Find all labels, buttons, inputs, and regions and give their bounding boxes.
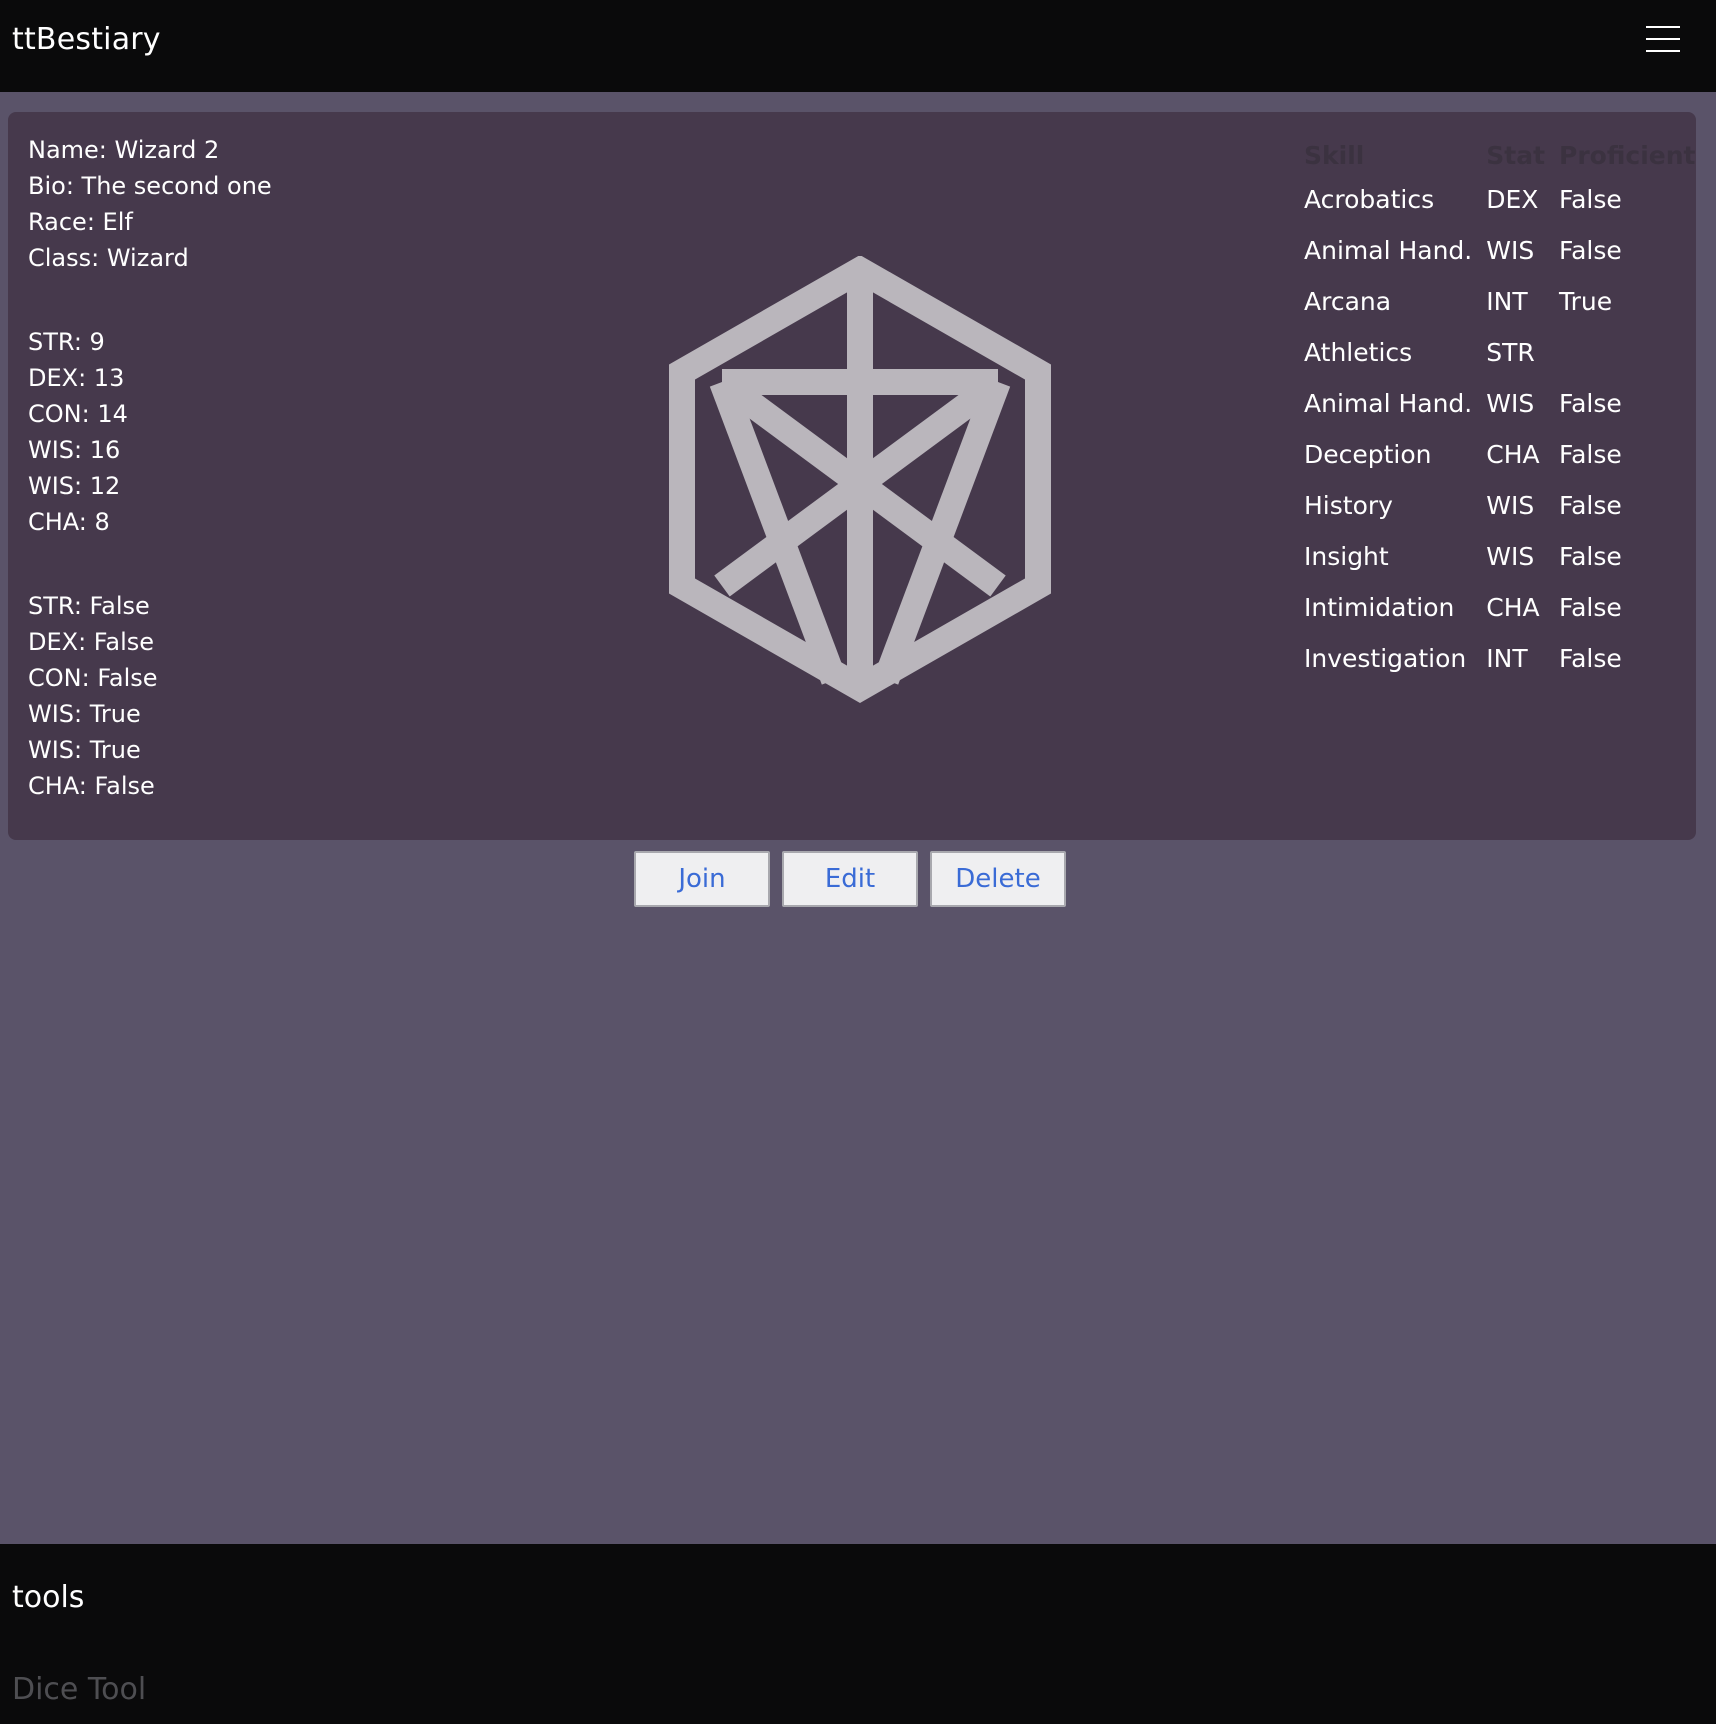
table-row: Animal Hand. WIS False	[1298, 378, 1703, 429]
skill-stat: WIS	[1486, 389, 1535, 418]
tools-footer: tools Dice Tool	[0, 1544, 1716, 1724]
delete-button[interactable]: Delete	[930, 851, 1066, 907]
table-row: Acrobatics DEX False	[1298, 174, 1703, 225]
detail-name: Name: Wizard 2	[28, 136, 220, 164]
saving-throws: STR: False DEX: False CON: False WIS: Tr…	[28, 588, 272, 804]
skill-name: Animal Hand.	[1304, 389, 1473, 418]
skill-proficient: False	[1559, 644, 1622, 673]
skill-name: Animal Hand.	[1304, 236, 1473, 265]
join-button[interactable]: Join	[634, 851, 770, 907]
skill-stat: STR	[1486, 338, 1535, 367]
detail-class: Class: Wizard	[28, 244, 189, 272]
skill-stat: CHA	[1486, 440, 1540, 469]
skill-name: Athletics	[1304, 338, 1413, 367]
table-row: Insight WIS False	[1298, 531, 1703, 582]
skill-stat: DEX	[1486, 185, 1539, 214]
menu-bar	[1646, 38, 1680, 40]
skill-proficient: False	[1559, 593, 1622, 622]
skill-stat: CHA	[1486, 593, 1540, 622]
skills-table: Skill Stat Proficient Acrobatics DEX False…	[1298, 136, 1703, 684]
save-wis: WIS: True	[28, 700, 141, 728]
skill-proficient: False	[1559, 389, 1622, 418]
table-row: Deception CHA False	[1298, 429, 1703, 480]
d20-dice-icon	[669, 256, 1051, 703]
skill-stat: WIS	[1486, 491, 1535, 520]
skill-stat: INT	[1486, 287, 1528, 316]
skill-column-header: Skill	[1304, 140, 1365, 170]
stat-dex: DEX: 13	[28, 364, 125, 392]
skill-proficient: False	[1559, 236, 1622, 265]
skill-name: Deception	[1304, 440, 1432, 469]
top-navbar: ttBestiary	[0, 0, 1716, 92]
skill-proficient: False	[1559, 185, 1622, 214]
ability-scores: STR: 9 DEX: 13 CON: 14 WIS: 16 WIS: 12 C…	[28, 324, 272, 540]
tools-heading: tools	[12, 1580, 85, 1615]
stat-str: STR: 9	[28, 328, 105, 356]
proficient-column-header: Proficient	[1559, 140, 1696, 170]
save-wis-2: WIS: True	[28, 736, 141, 764]
character-card: Name: Wizard 2 Bio: The second one Race:…	[8, 112, 1696, 840]
skill-stat: WIS	[1486, 236, 1535, 265]
edit-button[interactable]: Edit	[782, 851, 918, 907]
table-row: Athletics STR	[1298, 327, 1703, 378]
stat-con: CON: 14	[28, 400, 128, 428]
app-title[interactable]: ttBestiary	[12, 22, 161, 57]
skill-name: Acrobatics	[1304, 185, 1435, 214]
menu-bar	[1646, 50, 1680, 52]
table-row: Arcana INT True	[1298, 276, 1703, 327]
skill-stat: INT	[1486, 644, 1528, 673]
skill-proficient: False	[1559, 440, 1622, 469]
table-row: Animal Hand. WIS False	[1298, 225, 1703, 276]
action-buttons: Join Edit Delete	[634, 851, 1066, 907]
skill-name: Insight	[1304, 542, 1389, 571]
skills-header-row: Skill Stat Proficient	[1298, 136, 1703, 174]
skill-name: Intimidation	[1304, 593, 1455, 622]
skill-name: Arcana	[1304, 287, 1392, 316]
character-details: Name: Wizard 2 Bio: The second one Race:…	[28, 132, 272, 276]
character-info: Name: Wizard 2 Bio: The second one Race:…	[28, 132, 272, 852]
detail-race: Race: Elf	[28, 208, 133, 236]
stat-wis-2: WIS: 12	[28, 472, 121, 500]
table-row: History WIS False	[1298, 480, 1703, 531]
skill-name: Investigation	[1304, 644, 1467, 673]
save-con: CON: False	[28, 664, 158, 692]
save-str: STR: False	[28, 592, 150, 620]
dice-tool-link[interactable]: Dice Tool	[12, 1672, 146, 1707]
table-row: Investigation INT False	[1298, 633, 1703, 684]
save-dex: DEX: False	[28, 628, 155, 656]
menu-bar	[1646, 26, 1680, 28]
hamburger-menu-icon[interactable]	[1646, 26, 1680, 52]
stat-cha: CHA: 8	[28, 508, 110, 536]
skill-proficient: True	[1559, 287, 1613, 316]
detail-bio: Bio: The second one	[28, 172, 272, 200]
table-row: Intimidation CHA False	[1298, 582, 1703, 633]
save-cha: CHA: False	[28, 772, 155, 800]
stat-column-header: Stat	[1486, 140, 1546, 170]
stat-wis: WIS: 16	[28, 436, 121, 464]
skill-proficient: False	[1559, 491, 1622, 520]
skill-name: History	[1304, 491, 1393, 520]
skill-stat: WIS	[1486, 542, 1535, 571]
skill-proficient	[1553, 327, 1703, 378]
skill-proficient: False	[1559, 542, 1622, 571]
